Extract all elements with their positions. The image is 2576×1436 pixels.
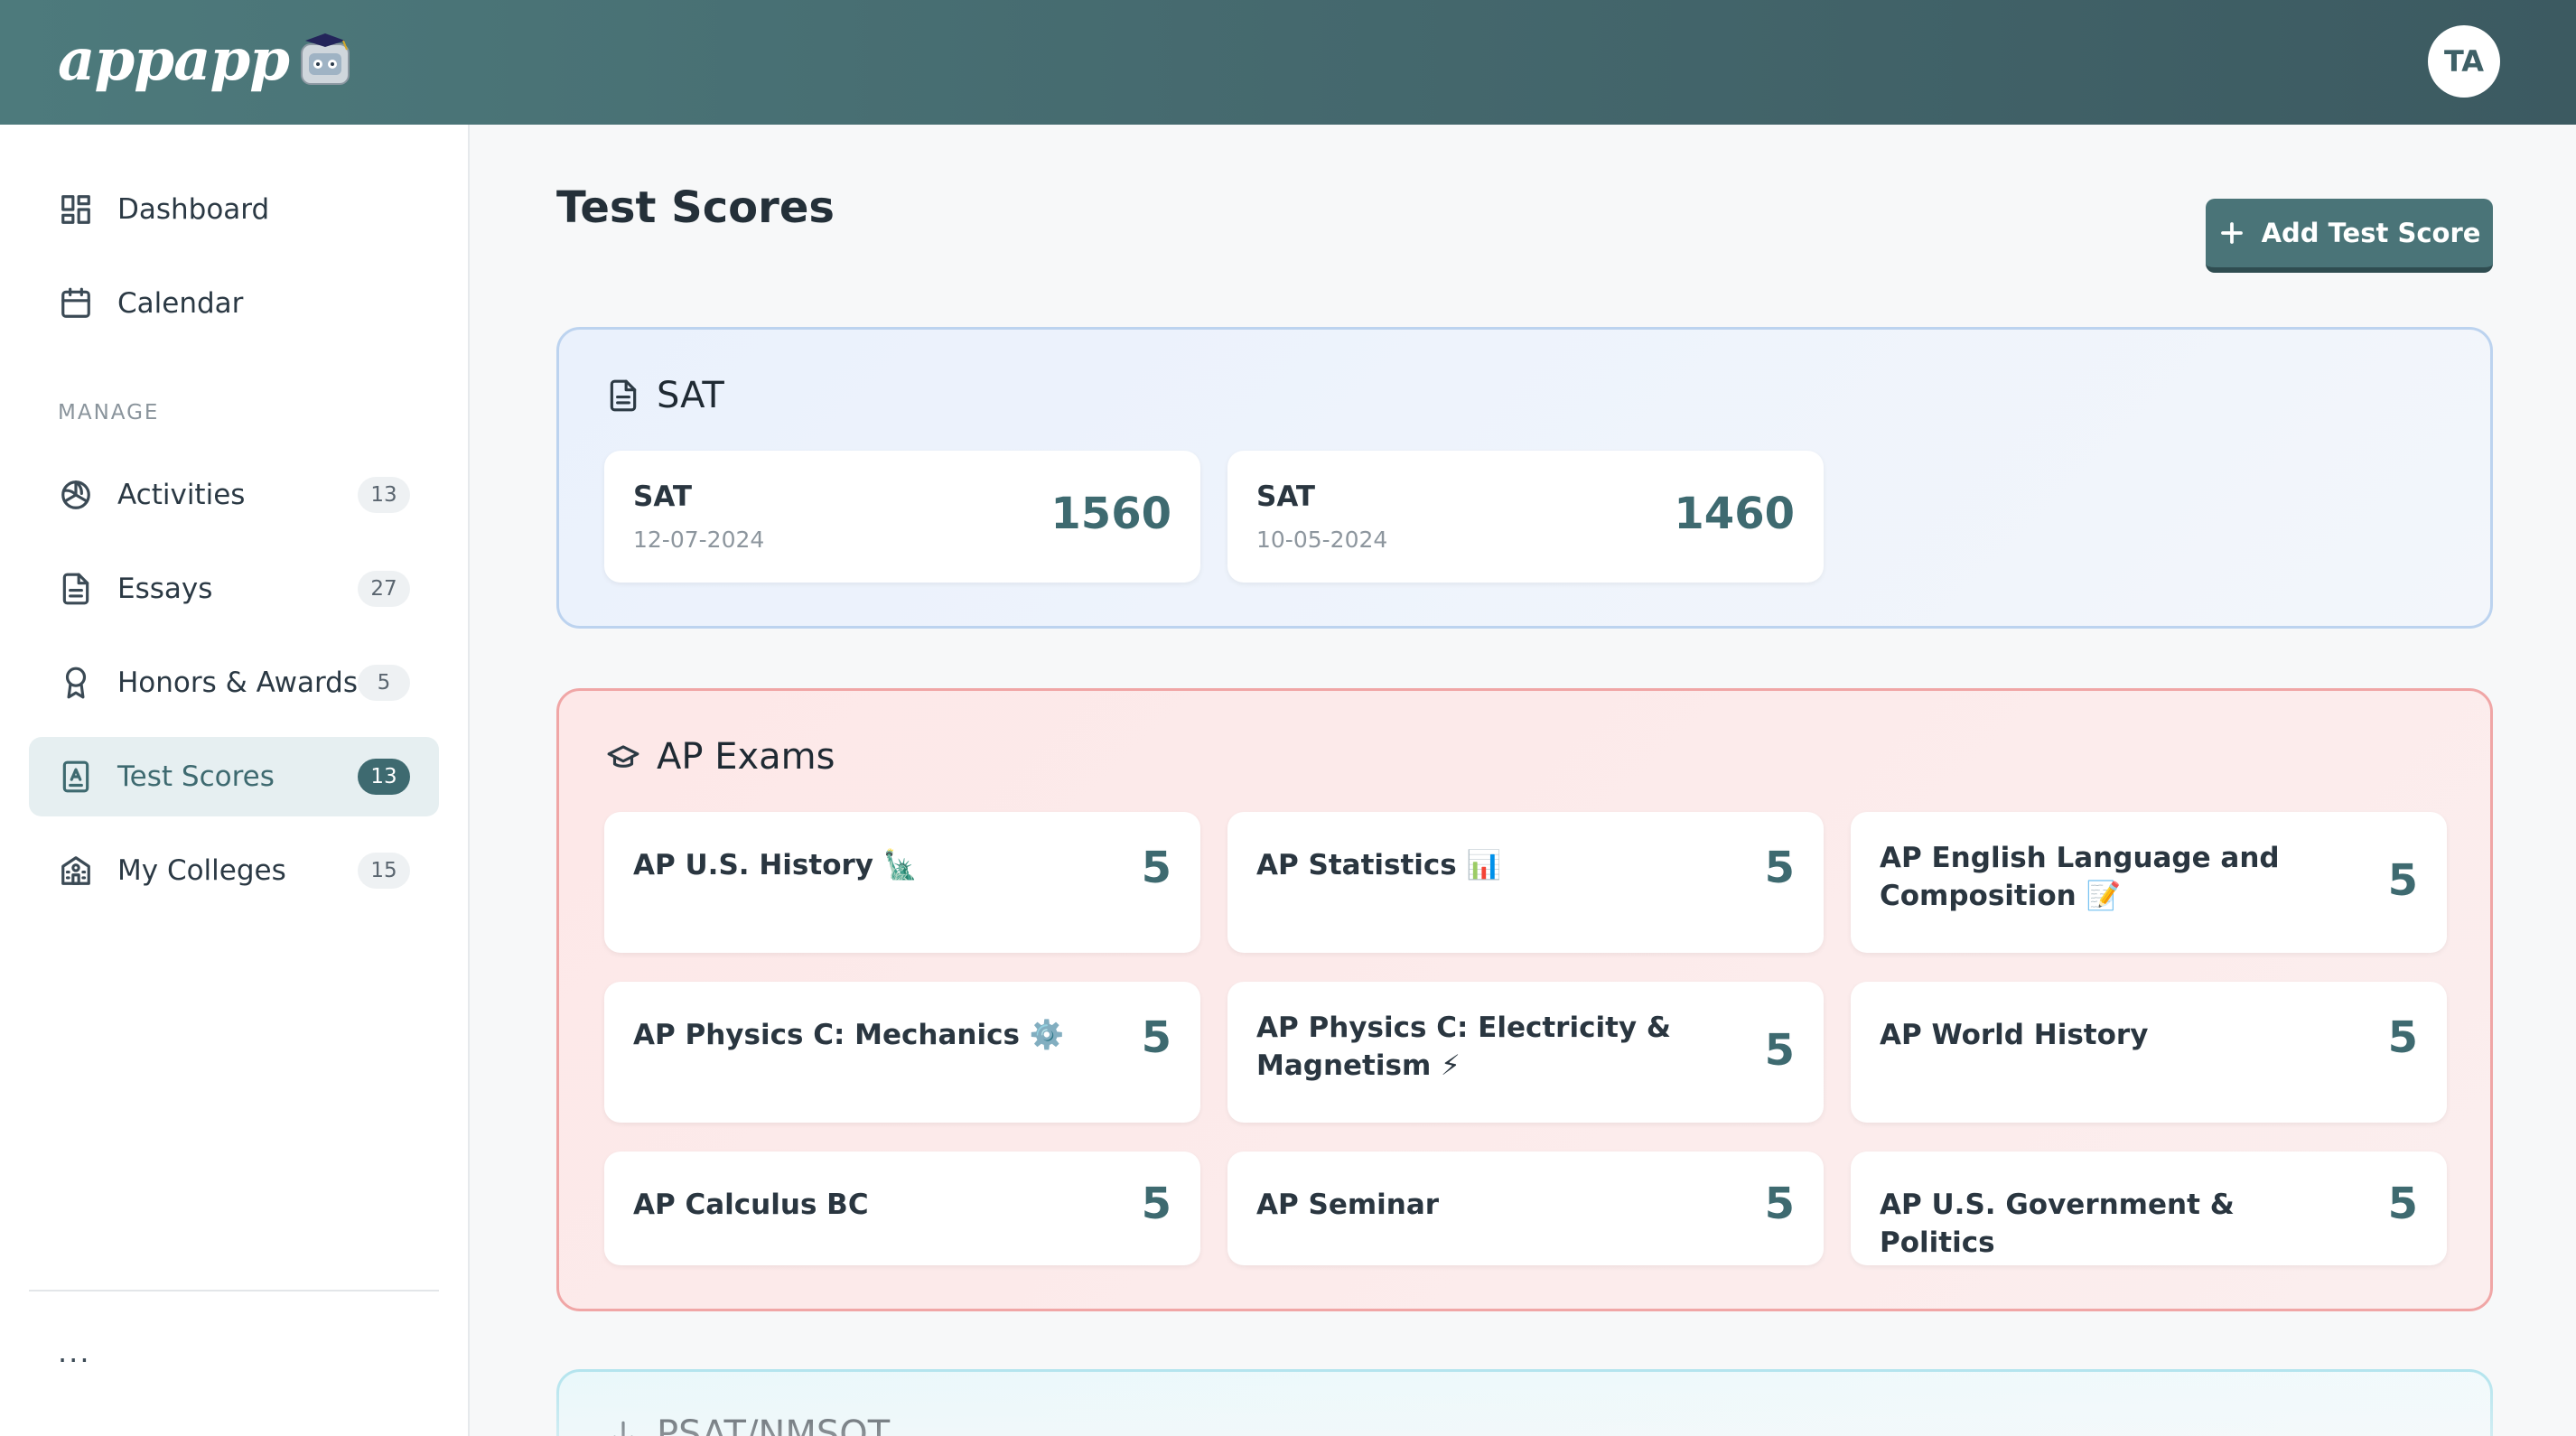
score-card[interactable]: AP Statistics 📊 5: [1227, 812, 1824, 953]
exam-name: AP English Language and Composition 📝: [1880, 842, 2280, 912]
sidebar-item-activities[interactable]: Activities 13: [29, 455, 439, 535]
sidebar-item-calendar[interactable]: Calendar: [29, 264, 439, 343]
sidebar-item-label: Activities: [117, 479, 246, 511]
calendar-icon: [58, 285, 94, 322]
exam-name: AP Physics C: Mechanics ⚙️: [633, 1019, 1065, 1051]
exam-name: AP Physics C: Electricity & Magnetism ⚡: [1256, 1012, 1671, 1082]
volleyball-icon: [58, 477, 94, 513]
exam-name: AP Statistics 📊: [1256, 849, 1502, 881]
count-badge: 13: [358, 759, 410, 795]
sat-section-header: SAT: [606, 375, 724, 416]
score-card[interactable]: AP Calculus BC 5: [604, 1152, 1200, 1265]
add-test-score-label: Add Test Score: [2261, 218, 2481, 248]
count-badge: 15: [358, 853, 410, 889]
test-score: 1460: [1674, 489, 1795, 539]
sidebar-item-label: Test Scores: [117, 760, 275, 793]
add-test-score-button[interactable]: Add Test Score: [2206, 199, 2493, 273]
ap-section-header: AP Exams: [606, 736, 835, 778]
count-badge: 13: [358, 477, 410, 513]
ap-section-title: AP Exams: [657, 736, 835, 778]
user-avatar[interactable]: TA: [2428, 25, 2500, 98]
count-badge: 27: [358, 571, 410, 607]
sidebar: Dashboard Calendar MANAGE Activities 13 …: [0, 125, 470, 1436]
sidebar-item-honors-awards[interactable]: Honors & Awards 5: [29, 643, 439, 723]
exam-score: 5: [1764, 1179, 1795, 1229]
sidebar-item-label: Dashboard: [117, 193, 270, 226]
exam-score: 5: [1141, 1179, 1171, 1229]
more-options-button[interactable]: ...: [58, 1335, 91, 1369]
exam-name: AP Seminar: [1256, 1189, 1440, 1221]
robot-mascot-icon: [298, 32, 354, 88]
sat-section: SAT SAT 12-07-2024 1560 SAT 10-05-2024 1…: [556, 327, 2493, 629]
score-card[interactable]: SAT 12-07-2024 1560: [604, 451, 1200, 583]
exam-score: 5: [2387, 1179, 2418, 1229]
sidebar-item-label: Honors & Awards: [117, 667, 358, 699]
score-card[interactable]: SAT 10-05-2024 1460: [1227, 451, 1824, 583]
exam-name: AP World History: [1880, 1019, 2149, 1051]
test-name: SAT: [633, 480, 693, 513]
psat-section-title: PSAT/NMSQT: [657, 1413, 891, 1436]
score-card[interactable]: AP Seminar 5: [1227, 1152, 1824, 1265]
dashboard-icon: [58, 191, 94, 228]
plus-icon: [2220, 222, 2243, 244]
award-icon: [58, 665, 94, 701]
sidebar-divider: [29, 1290, 439, 1291]
sidebar-item-my-colleges[interactable]: My Colleges 15: [29, 831, 439, 910]
sidebar-item-test-scores[interactable]: Test Scores 13: [29, 737, 439, 816]
psat-section-header: PSAT/NMSQT: [606, 1413, 890, 1436]
sidebar-item-label: My Colleges: [117, 854, 286, 887]
exam-score: 5: [1141, 1012, 1171, 1063]
section-label-manage: MANAGE: [58, 401, 160, 424]
exam-name: AP U.S. History 🗽: [633, 849, 919, 881]
test-icon: [58, 759, 94, 795]
page-title: Test Scores: [556, 182, 835, 233]
score-card[interactable]: AP U.S. Government & Politics 5: [1851, 1152, 2447, 1265]
score-card[interactable]: AP English Language and Composition 📝 5: [1851, 812, 2447, 953]
sidebar-item-essays[interactable]: Essays 27: [29, 549, 439, 629]
exam-name: AP Calculus BC: [633, 1189, 869, 1221]
psat-section: PSAT/NMSQT: [556, 1369, 2493, 1436]
sidebar-item-label: Essays: [117, 573, 213, 605]
graduation-cap-icon: [607, 745, 639, 768]
test-name: SAT: [1256, 480, 1316, 513]
score-card[interactable]: AP Physics C: Electricity & Magnetism ⚡ …: [1227, 982, 1824, 1123]
logo-text: appapp: [58, 25, 290, 94]
sidebar-item-label: Calendar: [117, 287, 244, 320]
document-icon: [58, 571, 94, 607]
exam-score: 5: [1141, 843, 1171, 893]
count-badge: 5: [358, 665, 410, 701]
exam-score: 5: [2387, 855, 2418, 906]
college-icon: [58, 853, 94, 889]
document-icon: [610, 379, 637, 412]
test-date: 12-07-2024: [633, 527, 765, 553]
score-card[interactable]: AP World History 5: [1851, 982, 2447, 1123]
sidebar-item-dashboard[interactable]: Dashboard: [29, 170, 439, 249]
test-date: 10-05-2024: [1256, 527, 1388, 553]
test-score: 1560: [1050, 489, 1171, 539]
sat-section-title: SAT: [657, 375, 724, 416]
score-card[interactable]: AP U.S. History 🗽 5: [604, 812, 1200, 953]
ap-exams-section: AP Exams AP U.S. History 🗽 5 AP Statisti…: [556, 688, 2493, 1311]
exam-score: 5: [2387, 1012, 2418, 1063]
exam-score: 5: [1764, 843, 1795, 893]
arrow-down-icon: [613, 1421, 633, 1436]
exam-score: 5: [1764, 1025, 1795, 1076]
score-card[interactable]: AP Physics C: Mechanics ⚙️ 5: [604, 982, 1200, 1123]
top-bar: appapp TA: [0, 0, 2576, 125]
app-logo[interactable]: appapp: [58, 23, 354, 96]
exam-name: AP U.S. Government & Politics: [1880, 1189, 2235, 1259]
